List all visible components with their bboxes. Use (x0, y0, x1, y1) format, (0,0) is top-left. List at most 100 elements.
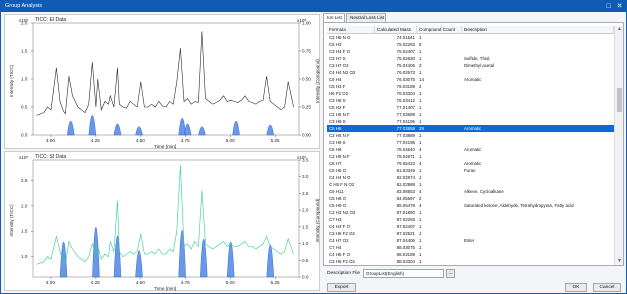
col-calculated-mass[interactable]: Calculated Mass (375, 26, 417, 34)
y-tick-label: 1.0 (21, 77, 28, 82)
y-tick-label: 0.5 (21, 105, 28, 110)
table-row[interactable]: C7 H4 88.03075 1 (327, 244, 614, 251)
table-row[interactable]: C2 H3 N2 O2 87.01890 1 (327, 209, 614, 216)
table-cell: 81.03349 (396, 168, 415, 173)
table-row[interactable]: C3 H5 F2 O2 87.02521 1 (327, 230, 614, 237)
table-row[interactable]: C3 H9 S 77.04195 1 (327, 139, 614, 146)
table-row[interactable]: C6 H6 78.04640 4 Aromatic (327, 146, 614, 153)
table-cell (462, 48, 614, 55)
x-tick-label: 4.75 (181, 280, 190, 285)
table-row[interactable]: C7 H3 87.02293 1 (327, 216, 614, 223)
ok-button[interactable]: OK (565, 283, 587, 292)
table-row[interactable]: C6 H11 83.08553 4 Alkene, Cycloalkane (327, 188, 614, 195)
table-cell: 29 (419, 126, 424, 131)
table-row[interactable]: C6 H7 79.05423 4 Aromatic (327, 160, 614, 167)
y2-tick-label: 0.25 (302, 105, 311, 110)
table-row[interactable]: C5 H2 F 77.01407 1 (327, 104, 614, 111)
table-cell: C3 H9 S (329, 140, 346, 145)
table-cell: C3 H6 F2 O2 (329, 259, 355, 264)
close-icon[interactable]: ✕ (615, 2, 624, 11)
table-row[interactable]: C6 H5 77.03858 29 Aromatic (327, 125, 614, 132)
y2-tick-label: 2.5 (302, 191, 309, 196)
table-row[interactable]: C5 H9 O 85.06478 4 Saturated ketone, Aldehy… (327, 202, 614, 209)
table-cell: Aromatic (464, 126, 482, 131)
table-cell (462, 118, 614, 125)
table-cell: 75.04406 (396, 63, 415, 68)
table-row[interactable]: C3 H6 F2 O2 88.03304 1 (327, 258, 614, 265)
table-cell: 78.04671 (396, 154, 415, 159)
table-cell: 87.01890 (396, 210, 415, 215)
x-tick-label: 4.25 (91, 280, 100, 285)
table-cell: 87.02407 (396, 224, 415, 229)
scroll-thumb[interactable] (617, 88, 622, 112)
table-cell: C3 H7 O2 (329, 63, 349, 68)
table-cell: 74.01641 (396, 35, 415, 40)
y2-tick-label: 0.0 (302, 275, 309, 280)
table-row[interactable]: C2 H9 N F 78.04671 1 (327, 153, 614, 160)
table-cell: 4 (419, 147, 422, 152)
description-file-field[interactable]: GroupList(English) (363, 269, 444, 278)
table-cell (462, 153, 614, 160)
table-row[interactable]: C3 H9 S 77.04195 1 (327, 118, 614, 125)
cancel-button[interactable]: Cancel (593, 283, 621, 292)
table-header: Formula Calculated Mass Compound Count D… (327, 26, 614, 34)
table-cell: 77.03689 (396, 112, 415, 117)
ei-chart-panel: TICC: EI Data 0.0 0.5 1.0 1.5 2.0 x10⁶ 0.00 0.25… (4, 14, 320, 150)
scroll-up-icon[interactable]: ▲ (615, 26, 623, 33)
table-cell: C4 H5 F O (329, 252, 350, 257)
restore-icon[interactable]: □ (604, 2, 613, 11)
y2-tick-label: 1.5 (302, 224, 309, 229)
y-tick-label: 1.0 (21, 254, 28, 259)
table-cell (462, 132, 614, 139)
y2-tick-label: 0.50 (302, 77, 311, 82)
table-row[interactable]: C3 H7 S 75.02630 1 Sulfide, Thiol, (327, 55, 614, 62)
table-row[interactable]: C4 H4 N2 O2 76.02673 1 (327, 69, 614, 76)
table-row[interactable]: C3 H8 S 76.03412 1 (327, 97, 614, 104)
export-button[interactable]: Export (327, 283, 356, 292)
table-row[interactable]: H6 F2 O2 76.03304 1 (327, 90, 614, 97)
window-title: Group Analysis (5, 3, 42, 9)
col-formula[interactable]: Formula (327, 26, 375, 34)
table-cell: Alkene, Cycloalkane (464, 189, 504, 194)
x-axis-label: Time [min] (154, 286, 176, 292)
table-cell: 1 (419, 252, 422, 257)
table-cell: 1 (419, 70, 422, 75)
table-cell (462, 41, 614, 48)
table-row[interactable]: C4 H4 F O 87.02407 1 (327, 223, 614, 230)
browse-button[interactable]: ... (446, 269, 455, 278)
table-cell: 85.06478 (396, 203, 415, 208)
y-tick-label: 2.0 (21, 203, 28, 208)
tab-neutral-loss-list[interactable]: Neutral Loss List (346, 13, 386, 22)
table-row[interactable]: C3 H4 F O 75.02407 1 (327, 48, 614, 55)
table-cell (462, 230, 614, 237)
table-cell: 2 (419, 84, 422, 89)
table-cell: 75.02293 (396, 42, 415, 47)
table-row[interactable]: C H5 F N O2 82.02988 1 (327, 181, 614, 188)
scroll-down-icon[interactable]: ▼ (615, 258, 623, 265)
table-cell: 1 (419, 56, 422, 61)
col-compound-count[interactable]: Compound Count (417, 26, 462, 34)
col-description[interactable]: Description (462, 26, 614, 34)
ion-list-table: Formula Calculated Mass Compound Count D… (323, 22, 624, 266)
table-cell (462, 258, 614, 265)
table-cell: 1 (419, 259, 422, 264)
table-row[interactable]: C3 H7 O2 75.04406 2 Dimethyl acetal (327, 62, 614, 69)
table-cell: H6 F2 O2 (329, 91, 349, 96)
table-row[interactable]: C5 H3 F 76.03189 2 (327, 83, 614, 90)
table-row[interactable]: C6 H3 75.02293 5 (327, 41, 614, 48)
table-row[interactable]: C6 H4 76.03075 14 Aromatic (327, 76, 614, 83)
table-row[interactable]: C5 H8 O 84.05697 2 (327, 195, 614, 202)
table-row[interactable]: C2 H6 N F 77.03689 1 (327, 111, 614, 118)
table-row[interactable]: C4 H5 F O 88.03189 1 (327, 251, 614, 258)
table-cell: 87.02521 (396, 231, 415, 236)
table-row[interactable]: C5 H5 O 81.03349 1 Furan (327, 167, 614, 174)
table-row[interactable]: C2 H5 N F 77.03889 1 (327, 132, 614, 139)
ei-chart: TICC: EI Data0.00.51.01.52.0x10⁶0.000.25… (9, 17, 320, 150)
table-row[interactable]: C4 H7 O2 87.04406 1 Ester (327, 237, 614, 244)
table-cell: C H5 F N O2 (329, 182, 355, 187)
table-row[interactable]: C2 H5 N O 74.01641 1 (327, 34, 614, 41)
description-file-label: Description File (327, 271, 361, 276)
table-row[interactable]: C4 H4 N O 82.02874 1 (327, 174, 614, 181)
table-scrollbar[interactable]: ▲ ▼ (614, 26, 623, 265)
table-cell: C3 H7 S (329, 56, 346, 61)
